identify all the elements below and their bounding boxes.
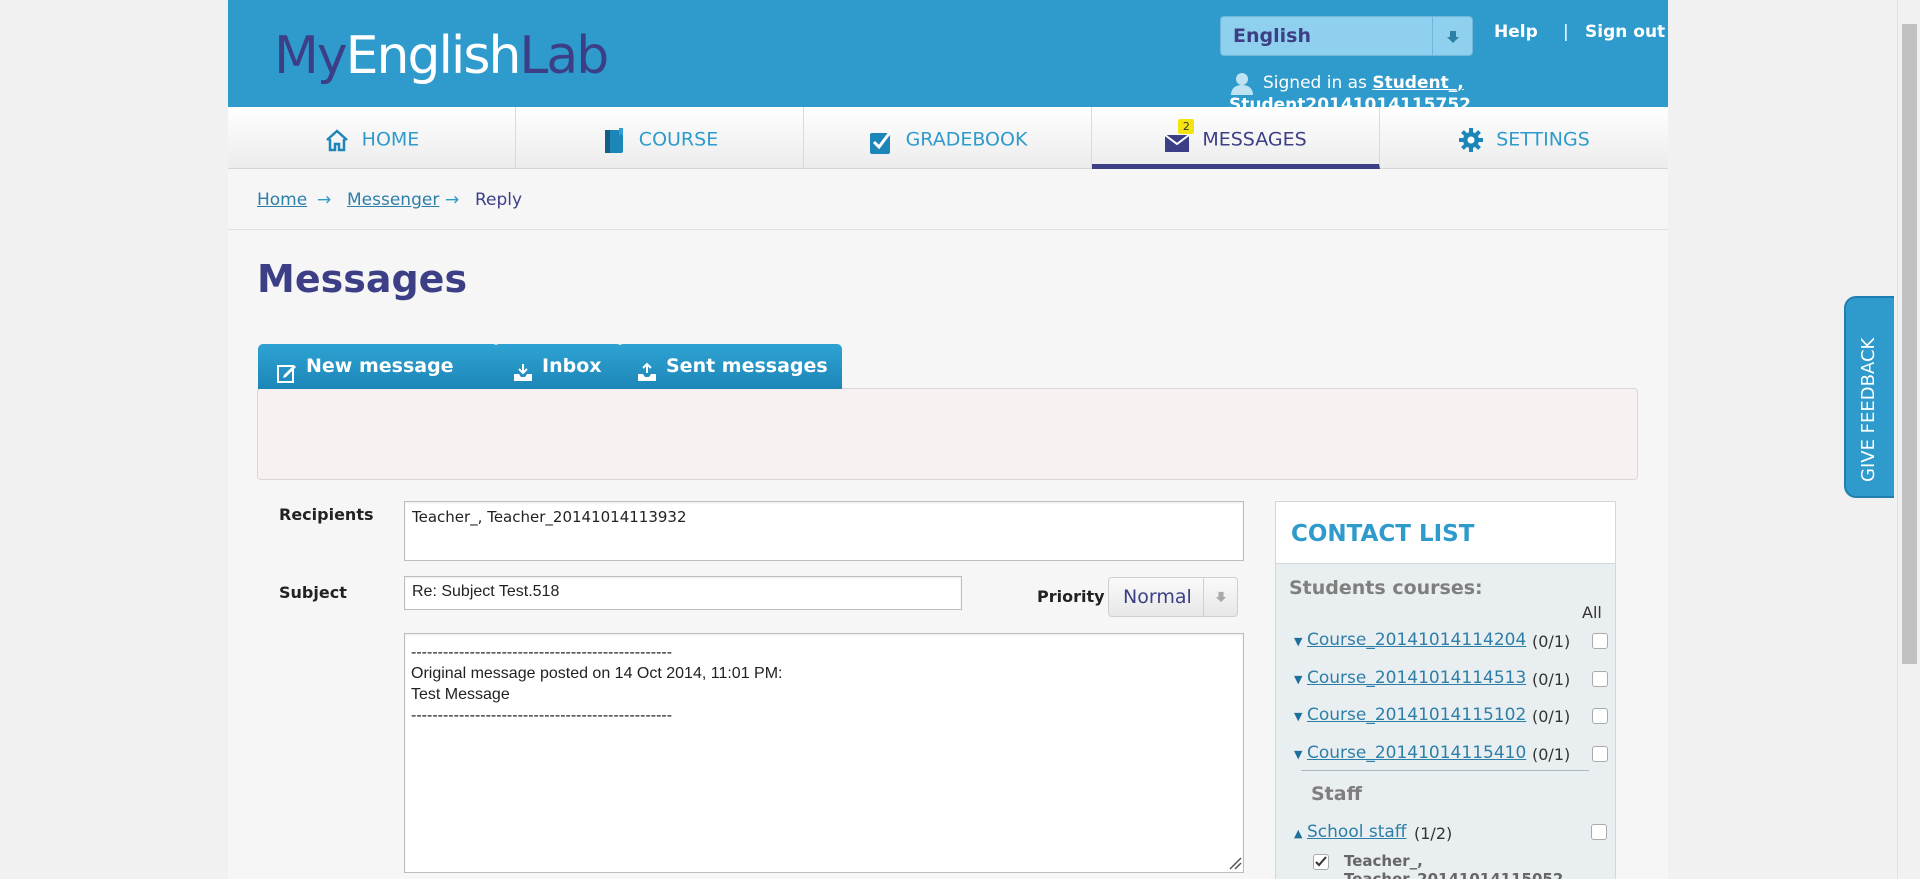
staff-heading: Staff xyxy=(1311,783,1362,805)
language-value: English xyxy=(1233,25,1311,47)
envelope-icon: 2 xyxy=(1164,119,1195,153)
gear-icon xyxy=(1458,127,1484,153)
nav-gradebook-label: GRADEBOOK xyxy=(905,128,1028,151)
tab-sent-messages-label: Sent messages xyxy=(666,355,828,377)
nav-home-label: HOME xyxy=(361,128,420,151)
select-all-label: All xyxy=(1582,603,1602,622)
nav-gradebook[interactable]: GRADEBOOK xyxy=(804,107,1092,169)
help-link[interactable]: Help xyxy=(1494,22,1538,42)
tab-panel xyxy=(257,388,1638,480)
contact-list-header: CONTACT LIST xyxy=(1276,502,1615,564)
breadcrumb-arrow: → xyxy=(317,190,332,210)
checklist-icon xyxy=(868,127,894,154)
tab-inbox-label: Inbox xyxy=(542,355,602,377)
contact-list-title: CONTACT LIST xyxy=(1291,521,1475,547)
compose-icon xyxy=(276,356,298,383)
course-checkbox[interactable] xyxy=(1592,633,1608,649)
school-staff-link[interactable]: School staff xyxy=(1307,822,1407,842)
teacher-name-line1: Teacher_, xyxy=(1344,852,1423,870)
course-link[interactable]: Course_20141014114204 xyxy=(1307,630,1526,650)
tab-inbox[interactable]: Inbox xyxy=(494,344,622,389)
course-row: ▼ Course_20141014115102 (0/1) xyxy=(1294,705,1610,731)
priority-select[interactable]: Normal xyxy=(1108,577,1238,617)
teacher-checkbox[interactable] xyxy=(1313,854,1329,870)
header-bar: MyEnglishLab English Help | Sign out Sig… xyxy=(228,0,1668,115)
breadcrumb-current: Reply xyxy=(475,190,523,210)
breadcrumb-home[interactable]: Home xyxy=(257,190,307,210)
message-body-textarea[interactable]: ----------------------------------------… xyxy=(404,633,1244,873)
user-icon xyxy=(1229,71,1255,95)
course-link[interactable]: Course_20141014115102 xyxy=(1307,705,1526,725)
staff-group-row: ▲ School staff (1/2) xyxy=(1294,822,1610,848)
course-count: (0/1) xyxy=(1532,707,1571,726)
logo[interactable]: MyEnglishLab xyxy=(274,25,609,87)
page-title: Messages xyxy=(257,257,468,301)
course-checkbox[interactable] xyxy=(1592,708,1608,724)
teacher-contact: Teacher_, Teacher_20141014115052 xyxy=(1344,852,1563,879)
breadcrumb: Home → Messenger → Reply xyxy=(228,170,1668,230)
course-row: ▼ Course_20141014114204 (0/1) xyxy=(1294,630,1610,656)
subject-label: Subject xyxy=(279,583,347,602)
page-container: MyEnglishLab English Help | Sign out Sig… xyxy=(228,0,1668,879)
resize-handle-icon[interactable] xyxy=(1228,855,1242,870)
priority-value: Normal xyxy=(1123,586,1192,608)
school-staff-count: (1/2) xyxy=(1414,824,1453,843)
course-count: (0/1) xyxy=(1532,632,1571,651)
course-row: ▼ Course_20141014114513 (0/1) xyxy=(1294,668,1610,694)
course-checkbox[interactable] xyxy=(1592,671,1608,687)
chevron-down-icon xyxy=(1432,17,1472,55)
expand-triangle-icon[interactable]: ▼ xyxy=(1294,710,1302,723)
home-icon xyxy=(324,127,350,153)
expand-triangle-icon[interactable]: ▼ xyxy=(1294,673,1302,686)
sign-out-link[interactable]: Sign out xyxy=(1585,22,1665,42)
priority-label: Priority xyxy=(1037,587,1105,606)
messages-badge: 2 xyxy=(1178,119,1195,134)
divider xyxy=(1301,770,1589,771)
students-courses-heading: Students courses: xyxy=(1289,577,1483,599)
language-select[interactable]: English xyxy=(1220,16,1473,56)
breadcrumb-arrow: → xyxy=(445,190,460,210)
vertical-scrollbar[interactable] xyxy=(1897,0,1920,879)
book-icon xyxy=(601,127,627,153)
nav-course-label: COURSE xyxy=(638,128,719,151)
course-row: ▼ Course_20141014115410 (0/1) xyxy=(1294,743,1610,769)
recipients-field[interactable]: Teacher_, Teacher_20141014113932 xyxy=(404,501,1244,561)
collapse-triangle-icon[interactable]: ▲ xyxy=(1294,827,1302,840)
course-link[interactable]: Course_20141014114513 xyxy=(1307,668,1526,688)
give-feedback-button[interactable]: GIVE FEEDBACK xyxy=(1844,296,1894,498)
nav-course[interactable]: COURSE xyxy=(516,107,804,169)
tab-new-message[interactable]: New message xyxy=(258,344,498,389)
course-link[interactable]: Course_20141014115410 xyxy=(1307,743,1526,763)
inbox-icon xyxy=(512,356,534,381)
give-feedback-label: GIVE FEEDBACK xyxy=(1858,337,1879,482)
contact-list-panel: CONTACT LIST Students courses: All ▼ Cou… xyxy=(1275,501,1616,879)
chevron-down-icon xyxy=(1203,578,1237,616)
subject-input[interactable]: Re: Subject Test.518 xyxy=(404,576,962,610)
expand-triangle-icon[interactable]: ▼ xyxy=(1294,635,1302,648)
course-count: (0/1) xyxy=(1532,670,1571,689)
main-nav: HOME COURSE GRADEBOOK 2 MESSAGES SETTING… xyxy=(228,107,1668,169)
course-checkbox[interactable] xyxy=(1592,746,1608,762)
logo-part-lab: Lab xyxy=(519,26,609,86)
recipients-label: Recipients xyxy=(279,505,374,524)
header-separator: | xyxy=(1563,22,1569,42)
expand-triangle-icon[interactable]: ▼ xyxy=(1294,748,1302,761)
teacher-name-line2: Teacher_20141014115052 xyxy=(1344,870,1564,879)
nav-messages-label: MESSAGES xyxy=(1202,128,1307,151)
nav-settings[interactable]: SETTINGS xyxy=(1380,107,1668,169)
school-staff-checkbox[interactable] xyxy=(1591,824,1607,840)
course-count: (0/1) xyxy=(1532,745,1571,764)
tab-new-message-label: New message xyxy=(306,355,454,377)
nav-messages[interactable]: 2 MESSAGES xyxy=(1092,107,1380,169)
tab-sent-messages[interactable]: Sent messages xyxy=(618,344,842,389)
nav-settings-label: SETTINGS xyxy=(1496,128,1590,151)
breadcrumb-messenger[interactable]: Messenger xyxy=(347,190,439,210)
scrollbar-thumb[interactable] xyxy=(1902,24,1917,664)
outbox-icon xyxy=(636,356,658,381)
signed-in-label: Signed in as xyxy=(1263,73,1367,93)
nav-home[interactable]: HOME xyxy=(228,107,516,169)
logo-part-english: English xyxy=(345,26,522,86)
logo-part-my: My xyxy=(274,26,348,86)
